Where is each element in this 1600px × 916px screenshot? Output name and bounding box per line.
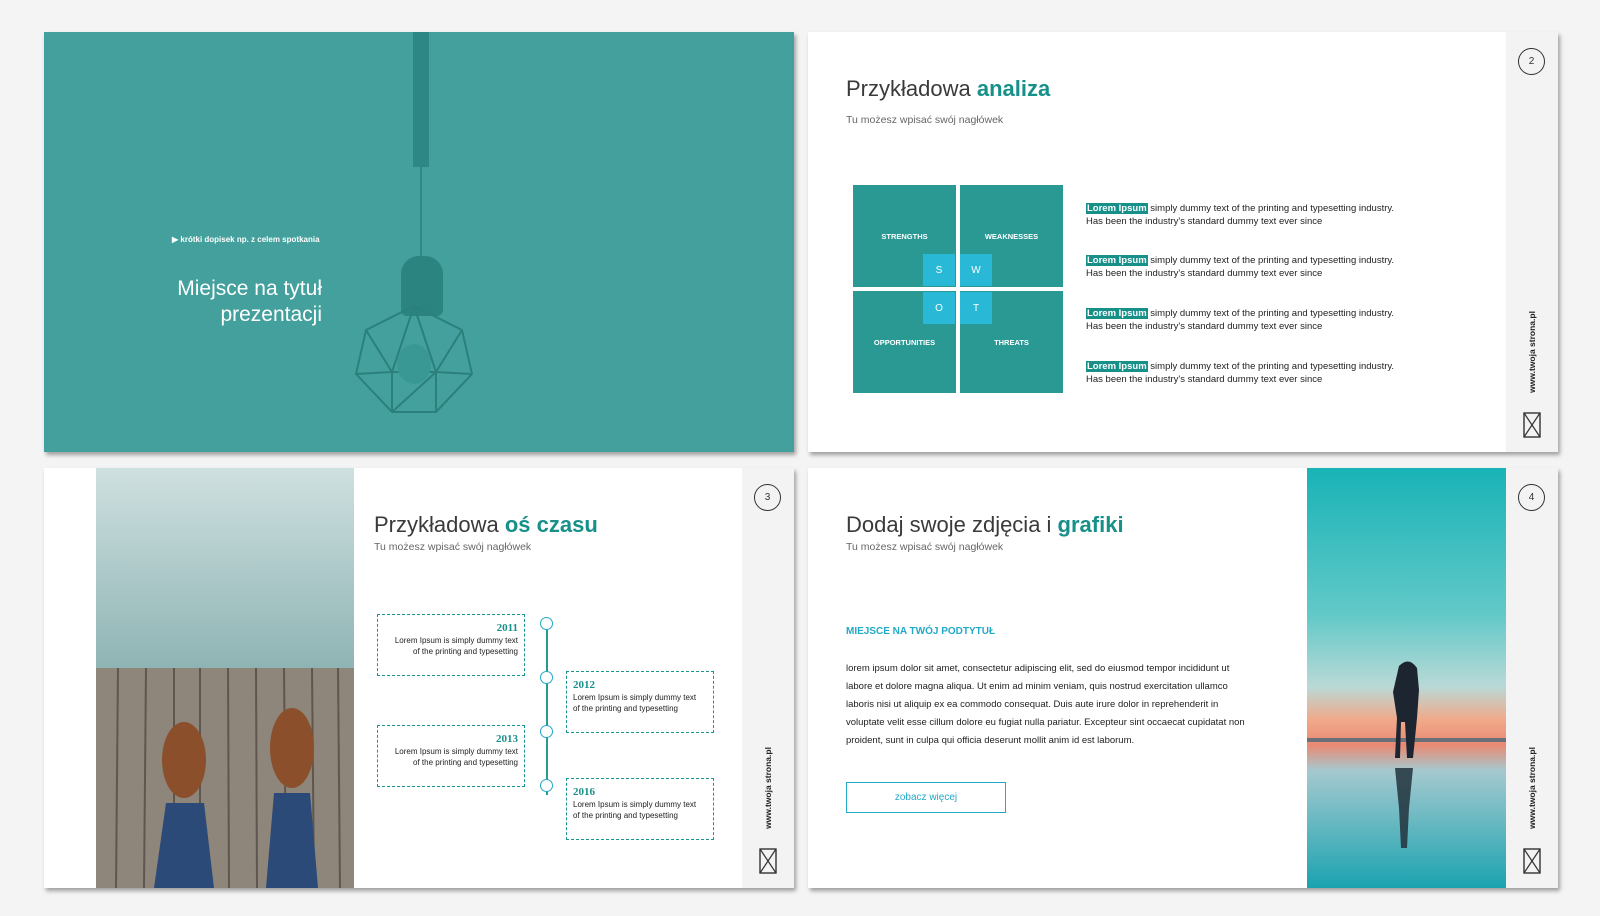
timeline-text-line-1: Lorem Ipsum is simply dummy text (573, 693, 697, 702)
timeline-year: 2011 (496, 622, 518, 634)
lamp-cord (413, 32, 429, 167)
timeline-text-line-1: Lorem Ipsum is simply dummy text (573, 800, 697, 809)
slide-1-title[interactable]: ▶ krótki dopisek np. z celem spotkania M… (44, 32, 794, 452)
timeline-entry: 2013 Lorem Ipsum is simply dummy text of… (377, 725, 525, 787)
slide-4-photos[interactable]: Dodaj swoje zdjęcia i grafiki Tu możesz … (808, 468, 1558, 888)
timeline-dot (540, 779, 553, 792)
slide-2-title-plain: Przykładowa (846, 76, 977, 101)
swot-point: Lorem Ipsum simply dummy text of the pri… (1086, 360, 1466, 386)
timeline-dot (540, 617, 553, 630)
lamp-wire (420, 167, 422, 257)
swot-point-line-1: simply dummy text of the printing and ty… (1147, 308, 1395, 319)
timeline-year: 2012 (573, 679, 595, 691)
slide-2-title-accent: analiza (976, 76, 1051, 101)
swot-point: Lorem Ipsum simply dummy text of the pri… (1086, 202, 1466, 228)
slide-4-title-plain: Dodaj swoje zdjęcia i (846, 512, 1058, 537)
slide-2-analysis[interactable]: Przykładowa analiza Tu możesz wpisać swó… (808, 32, 1558, 452)
swot-point-line-1: simply dummy text of the printing and ty… (1147, 361, 1395, 372)
timeline-text-line-2: of the printing and typesetting (413, 647, 518, 656)
website-url-text: www.twoja strona.pl (1527, 311, 1538, 393)
slide-4-subtitle: Tu możesz wpisać swój nagłówek (846, 541, 1004, 553)
website-url-text: www.twoja strona.pl (763, 747, 774, 829)
timeline-text-line-2: of the printing and typesetting (573, 811, 678, 820)
lamp-cage-graphic (354, 304, 474, 413)
swot-letter-t: T (960, 292, 992, 324)
swot-point-line-2: Has been the industry's standard dummy t… (1086, 216, 1323, 227)
timeline-entry: 2012 Lorem Ipsum is simply dummy text of… (566, 671, 714, 733)
website-url-text: www.twoja strona.pl (1527, 747, 1538, 829)
timeline-text-line-1: Lorem Ipsum is simply dummy text (394, 636, 518, 645)
website-url: www.twoja strona.pl (754, 747, 782, 829)
timeline-text-line-1: Lorem Ipsum is simply dummy text (394, 747, 518, 756)
swot-point-highlight: Lorem Ipsum (1086, 203, 1148, 214)
swot-point-line-2: Has been the industry's standard dummy t… (1086, 268, 1323, 279)
slide-2-title: Przykładowa analiza (846, 76, 1050, 102)
page-number: 2 (1518, 48, 1545, 75)
swot-point-line-2: Has been the industry's standard dummy t… (1086, 321, 1323, 332)
slide-3-title: Przykładowa oś czasu (374, 512, 598, 538)
website-url: www.twoja strona.pl (1518, 311, 1546, 393)
logo-placeholder-icon (1523, 848, 1541, 874)
see-more-button[interactable]: zobacz więcej (846, 782, 1006, 813)
swot-point-line-2: Has been the industry's standard dummy t… (1086, 374, 1323, 385)
slide-1-title-line-1: Miejsce na tytuł (177, 277, 322, 300)
shoes-on-pier-photo (96, 468, 354, 888)
timeline-year: 2013 (496, 733, 518, 745)
swot-letter-w: W (960, 254, 992, 286)
swot-point-line-1: simply dummy text of the printing and ty… (1147, 255, 1395, 266)
swot-point-highlight: Lorem Ipsum (1086, 255, 1148, 266)
logo-placeholder-icon (759, 848, 777, 874)
timeline-entry: 2016 Lorem Ipsum is simply dummy text of… (566, 778, 714, 840)
slide-1-title-text: Miejsce na tytuł prezentacji (44, 276, 322, 328)
body-text: lorem ipsum dolor sit amet, consectetur … (846, 663, 1245, 746)
slide-1-kicker: ▶ krótki dopisek np. z celem spotkania (172, 235, 320, 244)
swot-point: Lorem Ipsum simply dummy text of the pri… (1086, 254, 1466, 280)
page-number: 3 (754, 484, 781, 511)
slide-2-subtitle: Tu możesz wpisać swój nagłówek (846, 114, 1004, 126)
slide-4-title: Dodaj swoje zdjęcia i grafiki (846, 512, 1124, 538)
timeline-line (546, 630, 548, 795)
logo-placeholder-icon (1523, 412, 1541, 438)
slide-3-rail: 3 www.twoja strona.pl (742, 468, 794, 888)
timeline-text-line-2: of the printing and typesetting (413, 758, 518, 767)
timeline-year: 2016 (573, 786, 595, 798)
slide-1-title-line-2: prezentacji (220, 303, 322, 326)
timeline-entry: 2011 Lorem Ipsum is simply dummy text of… (377, 614, 525, 676)
timeline-dot (540, 671, 553, 684)
slide-3-timeline[interactable]: Przykładowa oś czasu Tu możesz wpisać sw… (44, 468, 794, 888)
sunset-silhouette-photo (1307, 468, 1506, 888)
slide-2-rail: 2 www.twoja strona.pl (1506, 32, 1558, 452)
swot-point-highlight: Lorem Ipsum (1086, 361, 1148, 372)
swot-point: Lorem Ipsum simply dummy text of the pri… (1086, 307, 1466, 333)
swot-point-highlight: Lorem Ipsum (1086, 308, 1148, 319)
timeline-dot (540, 725, 553, 738)
slide-3-subtitle: Tu możesz wpisać swój nagłówek (374, 541, 532, 553)
timeline-text-line-2: of the printing and typesetting (573, 704, 678, 713)
slide-3-title-accent: oś czasu (504, 512, 598, 537)
swot-point-line-1: simply dummy text of the printing and ty… (1147, 203, 1395, 214)
section-subtitle: MIEJSCE NA TWÓJ PODTYTUŁ (846, 626, 996, 637)
swot-letter-o: O (923, 292, 955, 324)
website-url: www.twoja strona.pl (1518, 747, 1546, 829)
slide-3-title-plain: Przykładowa (374, 512, 505, 537)
swot-letter-s: S (923, 254, 955, 286)
page-number: 4 (1518, 484, 1545, 511)
slide-4-title-accent: grafiki (1057, 512, 1124, 537)
slide-4-rail: 4 www.twoja strona.pl (1506, 468, 1558, 888)
